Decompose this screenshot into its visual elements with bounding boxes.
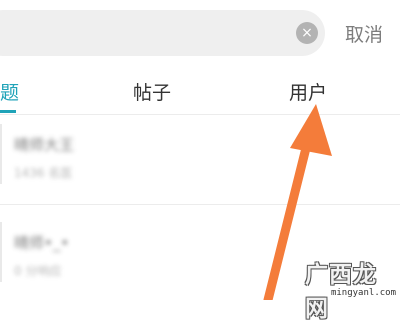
watermark-url: mingyanl.com bbox=[330, 288, 396, 298]
arrow-head bbox=[290, 104, 332, 156]
arrow-shaft bbox=[263, 143, 311, 300]
